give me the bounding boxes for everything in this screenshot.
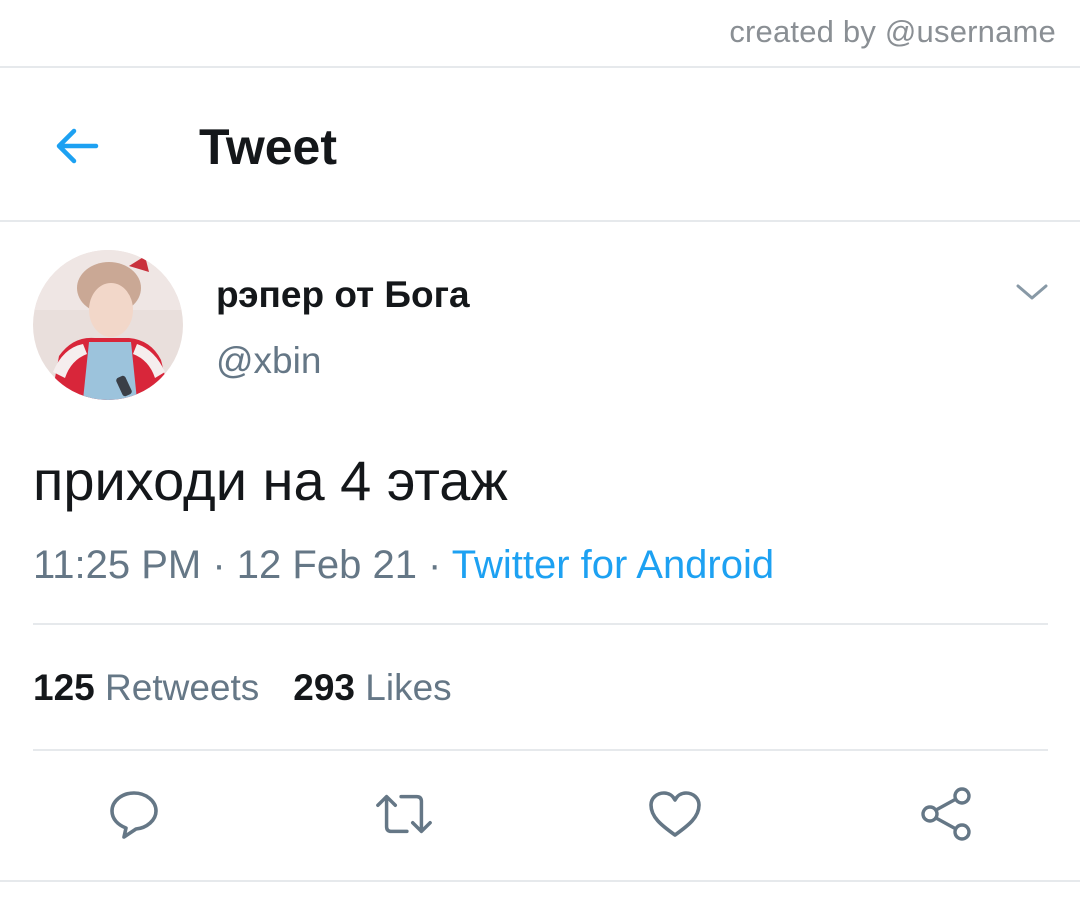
retweets-label: Retweets <box>105 667 260 708</box>
likes-stat[interactable]: 293 Likes <box>293 664 451 712</box>
more-options-button[interactable] <box>1012 276 1052 308</box>
retweets-count: 125 <box>33 667 95 708</box>
tweet-source-link[interactable]: Twitter for Android <box>452 543 774 587</box>
tweet-time: 11:25 PM <box>33 543 202 587</box>
meta-separator: · <box>201 543 237 587</box>
retweet-icon <box>376 794 432 834</box>
divider <box>33 749 1048 751</box>
author-handle[interactable]: @xbin <box>216 340 321 382</box>
divider <box>0 220 1080 222</box>
watermark-credit: created by @username <box>729 14 1056 49</box>
author-display-name[interactable]: рэпер от Бога <box>216 274 470 316</box>
share-button[interactable] <box>916 784 976 844</box>
tweet-date: 12 Feb 21 <box>236 543 417 587</box>
likes-label: Likes <box>365 667 452 708</box>
chevron-down-icon <box>1016 284 1048 300</box>
meta-separator: · <box>416 543 452 587</box>
tweet-text: приходи на 4 этаж <box>33 449 508 512</box>
arrow-left-icon <box>56 128 99 164</box>
tweet-meta: 11:25 PM · 12 Feb 21 · Twitter for Andro… <box>33 540 774 590</box>
avatar[interactable] <box>33 250 183 400</box>
reply-button[interactable] <box>104 784 164 844</box>
divider <box>0 880 1080 882</box>
share-icon <box>921 787 971 841</box>
divider <box>33 623 1048 625</box>
tweet-stats: 125 Retweets 293 Likes <box>33 664 452 712</box>
like-icon <box>649 791 701 837</box>
avatar-image <box>33 250 183 400</box>
like-button[interactable] <box>645 784 705 844</box>
retweet-button[interactable] <box>374 784 434 844</box>
retweets-stat[interactable]: 125 Retweets <box>33 664 259 712</box>
back-button[interactable] <box>46 118 106 174</box>
divider <box>0 66 1080 68</box>
likes-count: 293 <box>293 667 355 708</box>
reply-icon <box>110 791 158 839</box>
page-title: Tweet <box>199 119 337 175</box>
